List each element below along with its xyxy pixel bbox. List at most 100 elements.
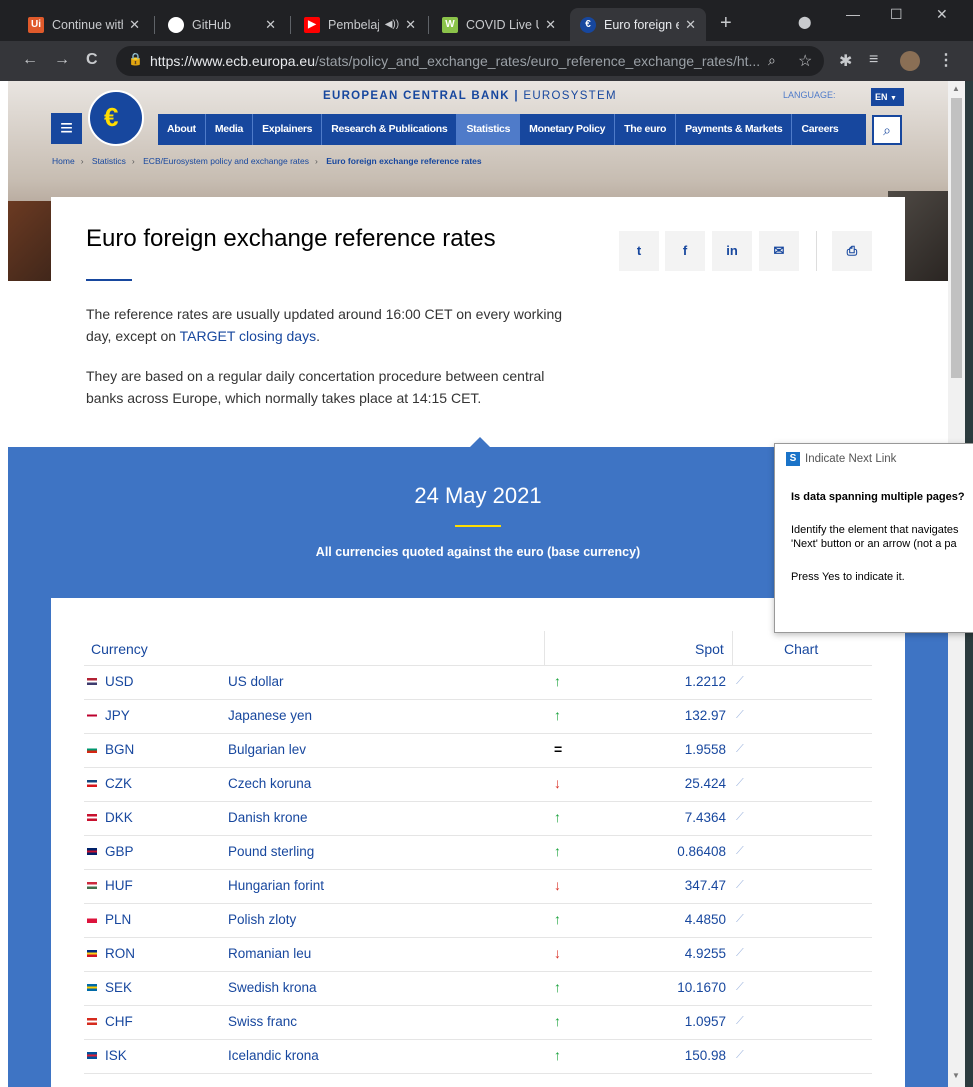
address-bar[interactable]: 🔒 https://www.ecb.europa.eu/stats/policy…: [116, 46, 824, 76]
scroll-down-icon[interactable]: ▼: [952, 1071, 960, 1080]
currency-name[interactable]: Polish zloty: [228, 912, 296, 927]
nav-statistics[interactable]: Statistics: [457, 114, 521, 145]
site-header-title[interactable]: EUROPEAN CENTRAL BANK | EUROSYSTEM: [323, 90, 617, 102]
close-icon[interactable]: ✕: [129, 17, 140, 33]
bookmark-star-icon[interactable]: ☆: [798, 51, 812, 71]
twitter-icon[interactable]: t: [619, 231, 659, 271]
email-icon[interactable]: ✉: [759, 231, 799, 271]
maximize-icon[interactable]: ☐: [890, 6, 903, 23]
close-icon[interactable]: ✕: [405, 17, 416, 33]
browser-tab-github[interactable]: GitHub ✕: [158, 8, 286, 41]
window-close-icon[interactable]: ✕: [936, 6, 948, 23]
chart-icon[interactable]: ⟋: [736, 913, 744, 926]
chart-icon[interactable]: ⟋: [736, 709, 744, 722]
column-spot[interactable]: Spot: [695, 641, 724, 657]
currency-code[interactable]: CHF: [105, 1014, 133, 1029]
hamburger-menu-button[interactable]: ≡: [51, 113, 82, 144]
facebook-icon[interactable]: f: [665, 231, 705, 271]
browser-tab-uipath[interactable]: Ui Continue with ✕: [18, 8, 150, 41]
currency-code[interactable]: USD: [105, 674, 134, 689]
breadcrumb-policy-rates[interactable]: ECB/Eurosystem policy and exchange rates: [143, 156, 309, 166]
currency-name[interactable]: Hungarian forint: [228, 878, 324, 893]
forward-icon[interactable]: →: [54, 51, 70, 69]
target-closing-days-link[interactable]: TARGET closing days: [180, 328, 316, 344]
speaker-icon[interactable]: ◀)): [385, 19, 399, 30]
nav-research-publications[interactable]: Research & Publications: [322, 114, 458, 145]
scrollbar-thumb[interactable]: [951, 98, 962, 378]
language-select[interactable]: EN ▼: [871, 88, 904, 106]
nav-the-euro[interactable]: The euro: [615, 114, 677, 145]
linkedin-icon[interactable]: in: [712, 231, 752, 271]
chevron-down-icon: ▼: [890, 95, 897, 102]
flag-icon: [87, 678, 97, 685]
scroll-up-icon[interactable]: ▲: [952, 84, 960, 93]
currency-code[interactable]: RON: [105, 946, 135, 961]
close-icon[interactable]: ✕: [265, 17, 276, 33]
currency-code[interactable]: GBP: [105, 844, 134, 859]
chart-icon[interactable]: ⟋: [736, 1049, 744, 1062]
currency-name[interactable]: Czech koruna: [228, 776, 311, 791]
currency-code[interactable]: HUF: [105, 878, 133, 893]
close-icon[interactable]: ✕: [685, 17, 696, 33]
close-icon[interactable]: ✕: [545, 17, 556, 33]
print-icon[interactable]: ⎙: [832, 231, 872, 271]
new-tab-icon[interactable]: +: [720, 13, 732, 33]
ecb-logo[interactable]: €: [88, 90, 144, 146]
table-row: ISK Icelandic krona ↑ 150.98 ⟋: [84, 1039, 872, 1074]
nav-payments-markets[interactable]: Payments & Markets: [676, 114, 793, 145]
extensions-icon[interactable]: ✱: [839, 51, 852, 71]
nav-media[interactable]: Media: [206, 114, 254, 145]
currency-name[interactable]: Icelandic krona: [228, 1048, 319, 1063]
currency-code[interactable]: SEK: [105, 980, 132, 995]
currency-name[interactable]: Danish krone: [228, 810, 308, 825]
search-button[interactable]: ⌕: [872, 115, 902, 145]
chart-icon[interactable]: ⟋: [736, 811, 744, 824]
table-row: RON Romanian leu ↓ 4.9255 ⟋: [84, 937, 872, 972]
currency-name[interactable]: Romanian leu: [228, 946, 311, 961]
spot-rate: 4.4850: [684, 912, 726, 927]
chart-icon[interactable]: ⟋: [736, 743, 744, 756]
url-text[interactable]: https://www.ecb.europa.eu/stats/policy_a…: [150, 53, 760, 69]
currency-name[interactable]: Pound sterling: [228, 844, 314, 859]
back-icon[interactable]: ←: [22, 51, 38, 69]
currency-name[interactable]: Bulgarian lev: [228, 742, 306, 757]
minimize-icon[interactable]: —: [846, 6, 860, 22]
currency-code[interactable]: ISK: [105, 1048, 127, 1063]
currency-code[interactable]: PLN: [105, 912, 131, 927]
tab-search-icon[interactable]: ⬤: [798, 15, 811, 29]
chart-icon[interactable]: ⟋: [736, 675, 744, 688]
chart-icon[interactable]: ⟋: [736, 947, 744, 960]
browser-tab-covid[interactable]: W COVID Live Up ✕: [432, 8, 566, 41]
chart-icon[interactable]: ⟋: [736, 1015, 744, 1028]
menu-kebab-icon[interactable]: ⋮: [938, 50, 954, 70]
chart-icon[interactable]: ⟋: [736, 845, 744, 858]
currency-code[interactable]: DKK: [105, 810, 133, 825]
chart-icon[interactable]: ⟋: [736, 981, 744, 994]
dialog-question: Is data spanning multiple pages?: [791, 491, 965, 503]
currency-name[interactable]: Japanese yen: [228, 708, 312, 723]
share-divider: [816, 231, 817, 271]
currency-name[interactable]: Swedish krona: [228, 980, 317, 995]
nav-monetary-policy[interactable]: Monetary Policy: [520, 114, 616, 145]
browser-tab-ecb[interactable]: € Euro foreign e ✕: [570, 8, 706, 41]
intro-paragraph-2: They are based on a regular daily concer…: [86, 368, 545, 406]
currency-code[interactable]: BGN: [105, 742, 134, 757]
currency-code[interactable]: JPY: [105, 708, 130, 723]
chart-icon[interactable]: ⟋: [736, 777, 744, 790]
reload-icon[interactable]: C: [86, 51, 98, 69]
currency-code[interactable]: CZK: [105, 776, 132, 791]
nav-careers[interactable]: Careers: [792, 114, 847, 145]
chart-icon[interactable]: ⟋: [736, 879, 744, 892]
browser-tab-youtube[interactable]: ▶ Pembelaj ◀)) ✕: [294, 8, 426, 41]
main-navigation: About Media Explainers Research & Public…: [158, 114, 866, 145]
reading-list-icon[interactable]: ≡: [869, 51, 878, 69]
breadcrumb-statistics[interactable]: Statistics: [92, 156, 126, 166]
currency-name[interactable]: Swiss franc: [228, 1014, 297, 1029]
nav-explainers[interactable]: Explainers: [253, 114, 323, 145]
currency-name[interactable]: US dollar: [228, 674, 284, 689]
breadcrumb-home[interactable]: Home: [52, 156, 75, 166]
nav-about[interactable]: About: [158, 114, 206, 145]
profile-avatar[interactable]: [900, 51, 920, 71]
column-currency[interactable]: Currency: [91, 641, 148, 657]
zoom-icon[interactable]: ⌕: [768, 52, 776, 69]
